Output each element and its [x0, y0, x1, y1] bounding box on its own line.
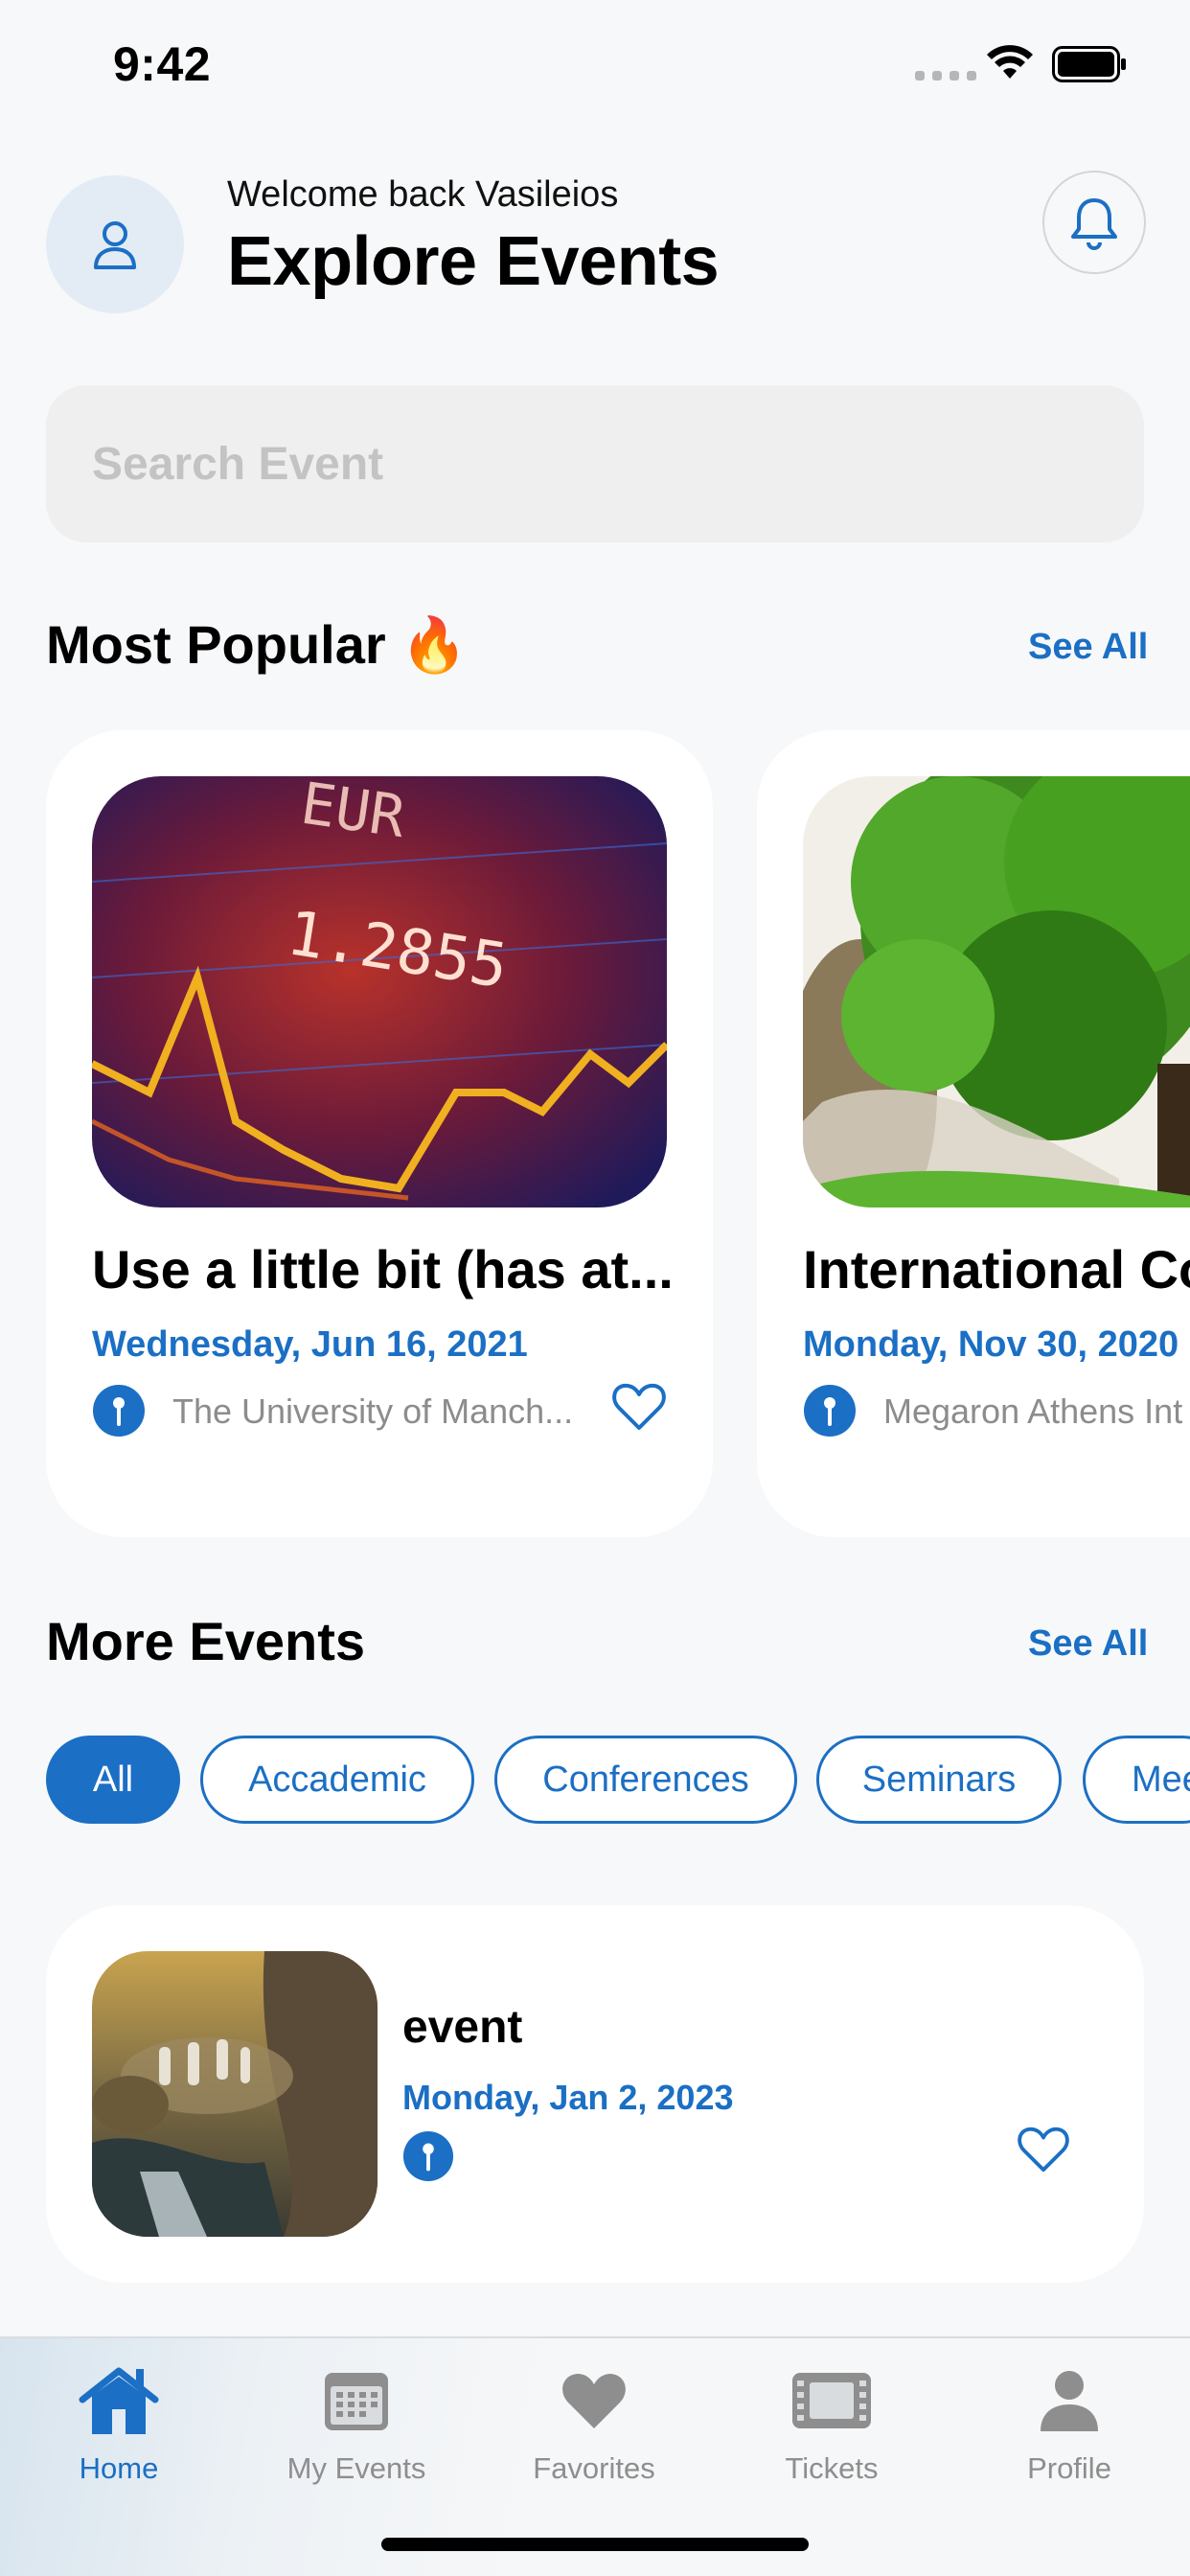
tab-label: My Events [286, 2451, 426, 2485]
event-title: International Co [803, 1239, 1190, 1300]
chip-accademic[interactable]: Accademic [200, 1736, 474, 1824]
popular-event-card[interactable]: International Co Monday, Nov 30, 2020 Me… [757, 730, 1190, 1537]
popular-event-card[interactable]: EUR 1.2855 Use a little bit (has at... W… [46, 730, 713, 1537]
tab-label: Tickets [785, 2451, 879, 2485]
avatar[interactable] [46, 175, 184, 313]
welcome-text: Welcome back Vasileios [227, 174, 619, 215]
location-pin-icon [804, 1385, 856, 1437]
forex-chart-photo: EUR 1.2855 [92, 776, 667, 1208]
notifications-button[interactable] [1042, 171, 1146, 274]
tab-tickets[interactable]: Tickets [736, 2358, 927, 2486]
tab-label: Profile [1027, 2451, 1111, 2485]
tab-home[interactable]: Home [23, 2358, 215, 2486]
favorite-heart-icon[interactable] [1017, 2126, 1070, 2174]
battery-icon [1052, 46, 1126, 82]
event-location: The University of Manch... [172, 1392, 574, 1431]
more-events-see-all-link[interactable]: See All [1028, 1623, 1148, 1665]
search-input[interactable] [46, 385, 1144, 542]
more-events-title: More Events [46, 1611, 365, 1671]
chip-meetings[interactable]: Mee [1083, 1736, 1190, 1824]
home-icon [79, 2367, 159, 2434]
event-title: event [402, 2002, 523, 2053]
popular-see-all-link[interactable]: See All [1028, 627, 1148, 668]
favorite-heart-icon[interactable] [611, 1382, 667, 1432]
tree-photo [803, 776, 1190, 1208]
chip-conferences[interactable]: Conferences [494, 1736, 797, 1824]
chip-seminars[interactable]: Seminars [816, 1736, 1062, 1824]
event-location: Megaron Athens Int [883, 1392, 1183, 1431]
tab-label: Home [79, 2451, 159, 2485]
person-icon [1041, 2371, 1098, 2431]
event-image [92, 1951, 378, 2237]
event-list-item[interactable]: event Monday, Jan 2, 2023 [46, 1905, 1144, 2283]
bell-icon [1071, 198, 1117, 250]
tab-favorites[interactable]: Favorites [498, 2358, 690, 2486]
cellular-signal-icon [915, 71, 976, 80]
status-time: 9:42 [113, 37, 212, 91]
calendar-icon [325, 2373, 388, 2430]
event-title: Use a little bit (has at... [92, 1239, 674, 1300]
most-popular-title: Most Popular 🔥 [46, 614, 468, 675]
tab-profile[interactable]: Profile [973, 2358, 1165, 2486]
location-pin-icon [93, 1385, 145, 1437]
location-pin-icon [402, 2130, 454, 2182]
chip-all[interactable]: All [46, 1736, 180, 1824]
event-date: Monday, Nov 30, 2020 [803, 1324, 1179, 1365]
event-date: Wednesday, Jun 16, 2021 [92, 1324, 528, 1365]
home-indicator [381, 2538, 809, 2551]
page-title: Explore Events [227, 223, 720, 300]
event-image: EUR 1.2855 [92, 776, 667, 1208]
wifi-icon [987, 45, 1033, 79]
tab-label: Favorites [533, 2451, 655, 2485]
heart-icon [562, 2374, 626, 2428]
tab-my-events[interactable]: My Events [261, 2358, 452, 2486]
user-icon [94, 221, 136, 269]
event-date: Monday, Jan 2, 2023 [402, 2078, 734, 2117]
ticket-icon [792, 2373, 871, 2428]
fantasy-landscape-photo [92, 1951, 378, 2237]
event-image [803, 776, 1190, 1208]
